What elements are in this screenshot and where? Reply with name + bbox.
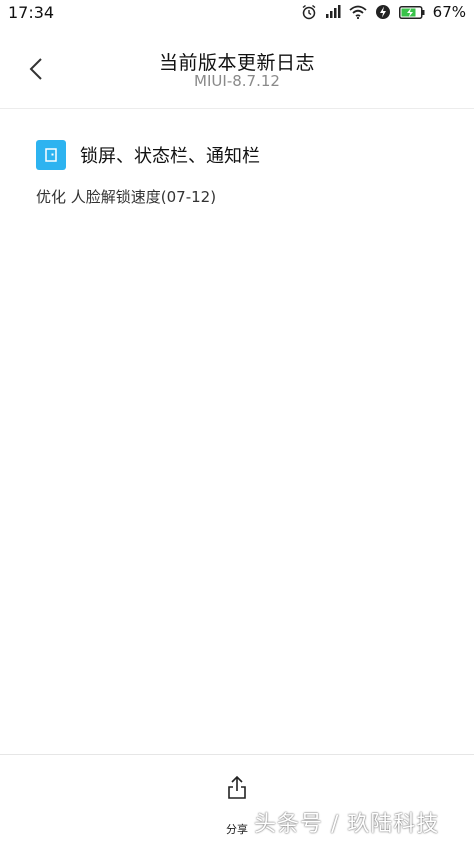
share-button[interactable]: 分享 <box>222 773 252 836</box>
bottom-bar: 分享 头条号 / 玖陆科技 <box>0 754 474 843</box>
changelog-item: 优化 人脸解锁速度(07-12) <box>36 188 217 206</box>
section-header: 锁屏、状态栏、通知栏 <box>36 140 454 170</box>
page-header: 当前版本更新日志 MIUI-8.7.12 <box>0 26 474 109</box>
page-title: 当前版本更新日志 <box>158 52 315 74</box>
watermark: 头条号 / 玖陆科技 <box>254 812 440 837</box>
battery-charging-icon <box>398 5 425 19</box>
status-icons: 67% <box>301 3 466 21</box>
signal-icon <box>325 5 341 18</box>
version-label: MIUI-8.7.12 <box>194 72 280 90</box>
status-bar: 17:34 67% <box>0 0 474 26</box>
alarm-icon <box>302 4 316 20</box>
battery-percent: 67% <box>432 3 466 21</box>
status-time: 17:34 <box>8 3 55 22</box>
share-icon[interactable] <box>222 773 252 803</box>
wifi-icon <box>349 5 367 19</box>
changelog-section: 锁屏、状态栏、通知栏 优化 人脸解锁速度(07-12) <box>36 140 454 207</box>
section-title: 锁屏、状态栏、通知栏 <box>80 146 260 167</box>
share-label[interactable]: 分享 <box>216 821 258 837</box>
data-icon <box>375 5 390 19</box>
lockscreen-icon <box>36 140 66 170</box>
